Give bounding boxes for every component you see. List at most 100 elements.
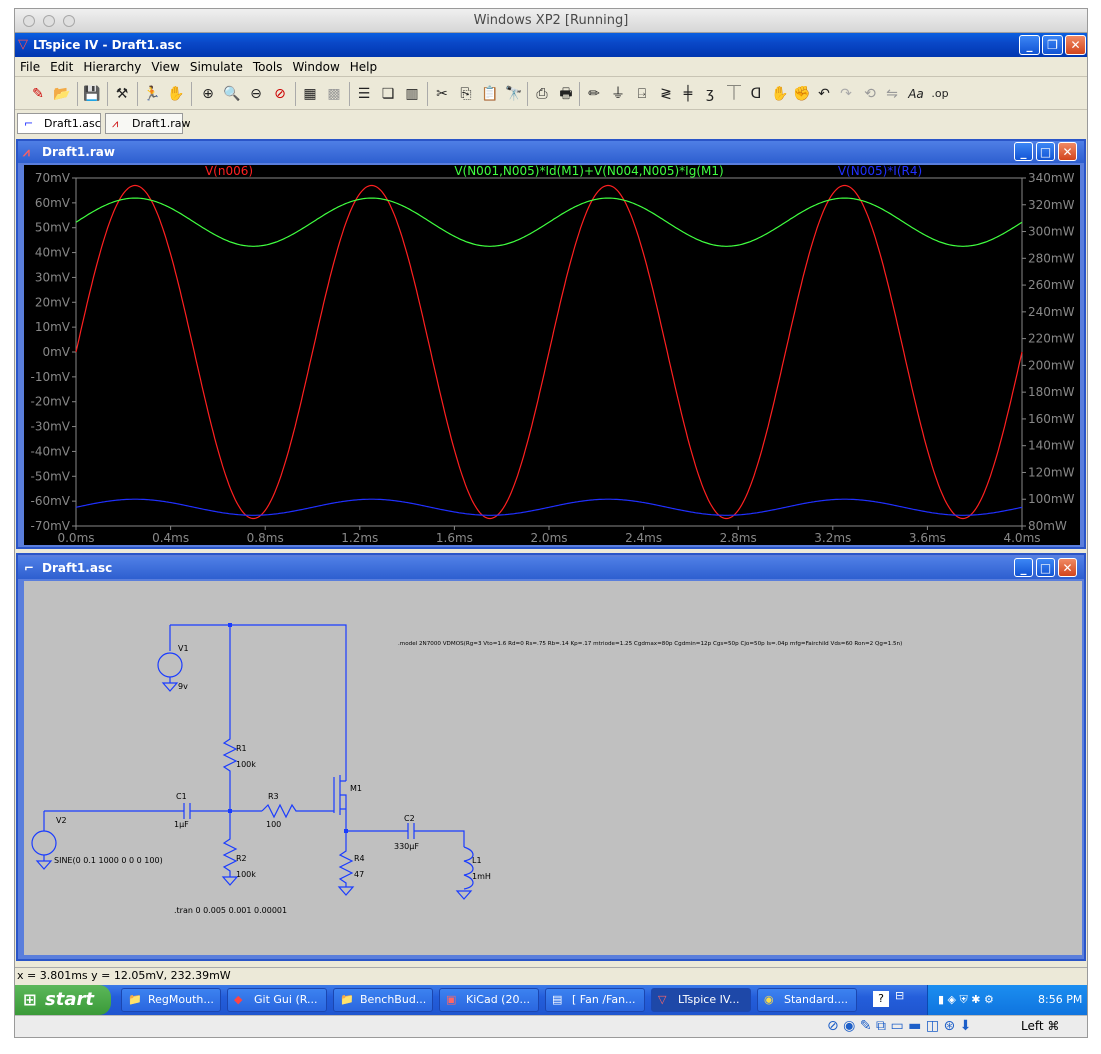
trace-label-0[interactable]: V(n006) [205, 165, 253, 178]
menu-window[interactable]: Window [287, 57, 344, 77]
task-benchbud[interactable]: 📁 BenchBud... [333, 988, 433, 1012]
menu-tools[interactable]: Tools [248, 57, 288, 77]
zoom-out-icon[interactable]: ⊖ [245, 83, 267, 105]
x-tick-label: 2.0ms [530, 531, 567, 545]
vm-device-icons[interactable]: ⊘ ◉ ✎ ⧉ ▭ ▬ ◫ ⊛ ⬇ [827, 1018, 971, 1034]
r3-resistor [261, 803, 334, 819]
rotate-icon[interactable]: ⟲ [859, 83, 881, 105]
label-net-icon[interactable]: ⍈ [631, 83, 653, 105]
new-schematic-icon[interactable]: ✎ [27, 83, 49, 105]
copy-icon[interactable]: ⎘ [455, 83, 477, 105]
tile-horizontal-icon[interactable]: ☰ [353, 83, 375, 105]
task-regmouth[interactable]: 📁 RegMouth... [121, 988, 221, 1012]
trace-label-2[interactable]: V(N005)*I(R4) [838, 165, 922, 178]
system-tray: ▮ ◈ ⛨ ✱ ⚙ 8:56 PM [927, 985, 1087, 1015]
asc-minimize-button[interactable]: _ [1014, 558, 1033, 577]
resistor-icon[interactable]: ≷ [655, 83, 677, 105]
app-minimize-button[interactable]: _ [1019, 35, 1040, 55]
cascade-icon[interactable]: ❏ [377, 83, 399, 105]
zoom-fit-icon[interactable]: ⊘ [269, 83, 291, 105]
r1-label: R1 [236, 744, 247, 753]
chrome-icon: ◉ [764, 993, 774, 1006]
start-button[interactable]: ⊞ start [15, 985, 111, 1015]
vm-window: Windows XP2 [Running] ▽ LTspice IV - Dra… [14, 8, 1088, 1038]
control-panel-icon[interactable]: ⚒ [111, 83, 133, 105]
menu-hierarchy[interactable]: Hierarchy [78, 57, 146, 77]
save-icon[interactable]: 💾 [81, 83, 103, 105]
pick-visible-icon[interactable]: ▩ [323, 83, 345, 105]
schematic-canvas[interactable]: V1 9v R1 100k R2 100k C1 1µF R3 100 M1 C… [24, 581, 1082, 955]
task-fan[interactable]: ▤[ Fan /Fan... [545, 988, 645, 1012]
tab-label: Draft1.asc [44, 117, 101, 130]
asc-maximize-button[interactable]: □ [1036, 558, 1055, 577]
print-setup-icon[interactable]: ⎙ [531, 83, 553, 105]
mac-close-button[interactable] [23, 15, 35, 27]
autorange-icon[interactable]: ▦ [299, 83, 321, 105]
open-icon[interactable]: 📂 [51, 83, 73, 105]
pan-icon[interactable]: 🔍 [221, 83, 243, 105]
halt-icon[interactable]: ✋ [165, 83, 187, 105]
menu-view[interactable]: View [146, 57, 184, 77]
network-icon[interactable]: ⊟ [895, 989, 904, 1002]
paste-icon[interactable]: 📋 [479, 83, 501, 105]
redo-icon[interactable]: ↷ [835, 83, 857, 105]
r1-resistor [222, 731, 238, 811]
move-icon[interactable]: ✋ [769, 83, 791, 105]
spice-directive-icon[interactable]: .op [929, 83, 951, 105]
ground-icon [221, 876, 239, 886]
drag-icon[interactable]: ✊ [791, 83, 813, 105]
capacitor-icon[interactable]: ╪ [677, 83, 699, 105]
y-right-tick-label: 100mW [1028, 492, 1075, 506]
series-line-0 [75, 184, 1023, 520]
tran-directive[interactable]: .tran 0 0.005 0.001 0.00001 [174, 906, 287, 915]
menu-file[interactable]: File [15, 57, 45, 77]
y-right-tick-label: 80mW [1028, 519, 1067, 533]
waveform-plot[interactable]: 0.0ms 0.4ms 0.8ms 1.2ms 1.6ms 2.0ms 2.4ms 2.8ms… [24, 165, 1080, 545]
menu-edit[interactable]: Edit [45, 57, 78, 77]
undo-icon[interactable]: ↶ [813, 83, 835, 105]
wire-icon[interactable]: ✏ [583, 83, 605, 105]
y-left-tick-label: 60mV [35, 196, 71, 210]
waveform-icon: ⩘ [112, 117, 119, 130]
diode-icon[interactable]: ⏉ [723, 83, 745, 105]
menu-simulate[interactable]: Simulate [185, 57, 248, 77]
inductor-icon[interactable]: ʒ [699, 83, 721, 105]
raw-close-button[interactable]: ✕ [1058, 142, 1077, 161]
task-standard[interactable]: ◉ Standard.... [757, 988, 857, 1012]
cut-icon[interactable]: ✂ [431, 83, 453, 105]
m1-label: M1 [350, 784, 362, 793]
task-kicad[interactable]: ▣ KiCad (20... [439, 988, 539, 1012]
ground-icon[interactable]: ⏚ [607, 83, 629, 105]
app-close-button[interactable]: ✕ [1065, 35, 1086, 55]
task-ltspice[interactable]: ▽ LTspice IV... [651, 988, 751, 1012]
x-tick-label: 3.6ms [909, 531, 946, 545]
model-directive[interactable]: .model 2N7000 VDMOS(Rg=3 Vto=1.6 Rd=0 Rs… [398, 641, 902, 647]
help-icon[interactable]: ? [873, 991, 889, 1007]
text-icon[interactable]: Aa [905, 83, 927, 105]
component-icon[interactable]: ᗡ [745, 83, 767, 105]
schematic-window: ⌐ Draft1.asc _ □ ✕ V1 9v R1 100k R2 100k… [16, 553, 1086, 961]
vm-titlebar: Windows XP2 [Running] [15, 9, 1087, 33]
clock[interactable]: 8:56 PM [1038, 985, 1082, 1015]
tile-vertical-icon[interactable]: ▥ [401, 83, 423, 105]
asc-close-button[interactable]: ✕ [1058, 558, 1077, 577]
run-icon[interactable]: 🏃 [141, 83, 163, 105]
tab-draft1-asc[interactable]: ⌐ Draft1.asc [17, 113, 101, 134]
tray-icons[interactable]: ▮ ◈ ⛨ ✱ ⚙ [938, 985, 994, 1015]
menu-help[interactable]: Help [345, 57, 382, 77]
zoom-in-icon[interactable]: ⊕ [197, 83, 219, 105]
find-icon[interactable]: 🔭 [503, 83, 525, 105]
mac-zoom-button[interactable] [63, 15, 75, 27]
raw-minimize-button[interactable]: _ [1014, 142, 1033, 161]
trace-label-1[interactable]: V(N001,N005)*Id(M1)+V(N004,N005)*Ig(M1) [454, 165, 723, 178]
app-maximize-button[interactable]: ❐ [1042, 35, 1063, 55]
tab-draft1-raw[interactable]: ⩘ Draft1.raw [105, 113, 190, 134]
raw-maximize-button[interactable]: □ [1036, 142, 1055, 161]
mac-minimize-button[interactable] [43, 15, 55, 27]
y-left-tick-label: 50mV [35, 221, 71, 235]
y-right-tick-label: 240mW [1028, 305, 1075, 319]
mirror-icon[interactable]: ⇋ [881, 83, 903, 105]
print-icon[interactable]: 🖶 [555, 83, 577, 105]
y-left-tick-label: 30mV [35, 270, 71, 284]
task-git-gui[interactable]: ◆ Git Gui (R... [227, 988, 327, 1012]
